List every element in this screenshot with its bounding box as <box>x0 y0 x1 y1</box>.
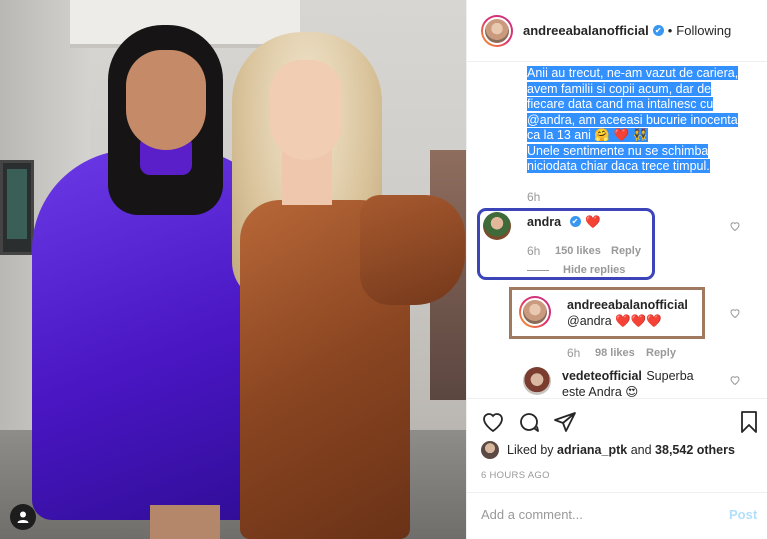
user-icon <box>17 511 29 523</box>
divider <box>467 492 767 493</box>
person-right-face <box>270 60 342 160</box>
caption-timestamp[interactable]: 6h <box>527 190 540 204</box>
comment-time[interactable]: 6h <box>567 346 580 360</box>
comment-username[interactable]: vedeteofficial <box>562 369 642 383</box>
annotation-highlight-brown <box>509 287 705 339</box>
divider <box>467 398 767 399</box>
liked-by-avatar[interactable] <box>481 441 499 459</box>
person-left-legs <box>150 505 220 539</box>
comment-likes[interactable]: 98 likes <box>595 347 635 359</box>
post-photo[interactable] <box>0 0 466 539</box>
liked-by-user[interactable]: adriana_ptk <box>557 443 627 457</box>
likes-summary: Liked by adriana_ptk and 38,542 others <box>481 441 735 459</box>
reply-button[interactable]: Reply <box>646 347 676 359</box>
comment-vedeteofficial: vedeteofficial Superba este Andra 😍 <box>562 368 702 398</box>
post-side-panel: andreeabalanofficial ✔ • Following Anii … <box>466 0 767 539</box>
heart-icon[interactable] <box>729 220 741 232</box>
add-comment-input[interactable] <box>481 504 701 524</box>
bookmark-icon[interactable] <box>737 410 761 434</box>
post-button[interactable]: Post <box>729 507 757 522</box>
comment-avatar-vedeteofficial[interactable] <box>523 367 551 395</box>
comments-list[interactable]: Anii au trecut, ne-am vazut de cariera, … <box>467 62 767 398</box>
author-username[interactable]: andreeabalanofficial <box>523 23 649 38</box>
tagged-users-button[interactable] <box>10 504 36 530</box>
photo-background-monitor <box>0 160 34 255</box>
author-avatar[interactable] <box>481 14 513 47</box>
verified-icon: ✔ <box>652 25 664 36</box>
heart-icon[interactable] <box>729 307 741 319</box>
person-left-face <box>126 50 206 150</box>
person-right-sleeve <box>360 195 465 305</box>
heart-icon[interactable] <box>481 410 505 434</box>
header-separator: • <box>667 23 673 38</box>
liked-by-others[interactable]: 38,542 others <box>655 443 735 457</box>
post-time[interactable]: 6 HOURS AGO <box>481 470 550 481</box>
annotation-highlight-blue <box>477 208 655 280</box>
share-icon[interactable] <box>553 410 577 434</box>
instagram-post-view: andreeabalanofficial ✔ • Following Anii … <box>0 0 767 539</box>
post-header: andreeabalanofficial ✔ • Following <box>467 0 767 62</box>
heart-icon[interactable] <box>729 374 741 386</box>
post-caption: Anii au trecut, ne-am vazut de cariera, … <box>527 66 739 173</box>
post-actions <box>481 410 761 434</box>
comment-icon[interactable] <box>517 410 541 434</box>
following-button[interactable]: Following <box>676 23 731 38</box>
